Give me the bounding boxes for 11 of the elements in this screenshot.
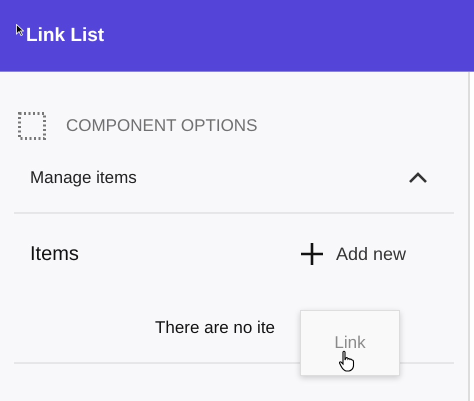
items-heading: Items [30,242,79,266]
section-heading: COMPONENT OPTIONS [66,116,258,136]
panel-title: Link List [26,24,104,46]
plus-icon [300,242,324,266]
mouse-cursor-icon [16,24,24,36]
hand-cursor-icon [338,350,356,372]
manage-items-toggle[interactable]: Manage items [14,140,454,212]
add-new-button[interactable]: Add new [300,242,406,266]
component-icon [18,112,46,140]
empty-message: There are no ite [155,318,276,338]
chevron-icon [408,172,428,184]
